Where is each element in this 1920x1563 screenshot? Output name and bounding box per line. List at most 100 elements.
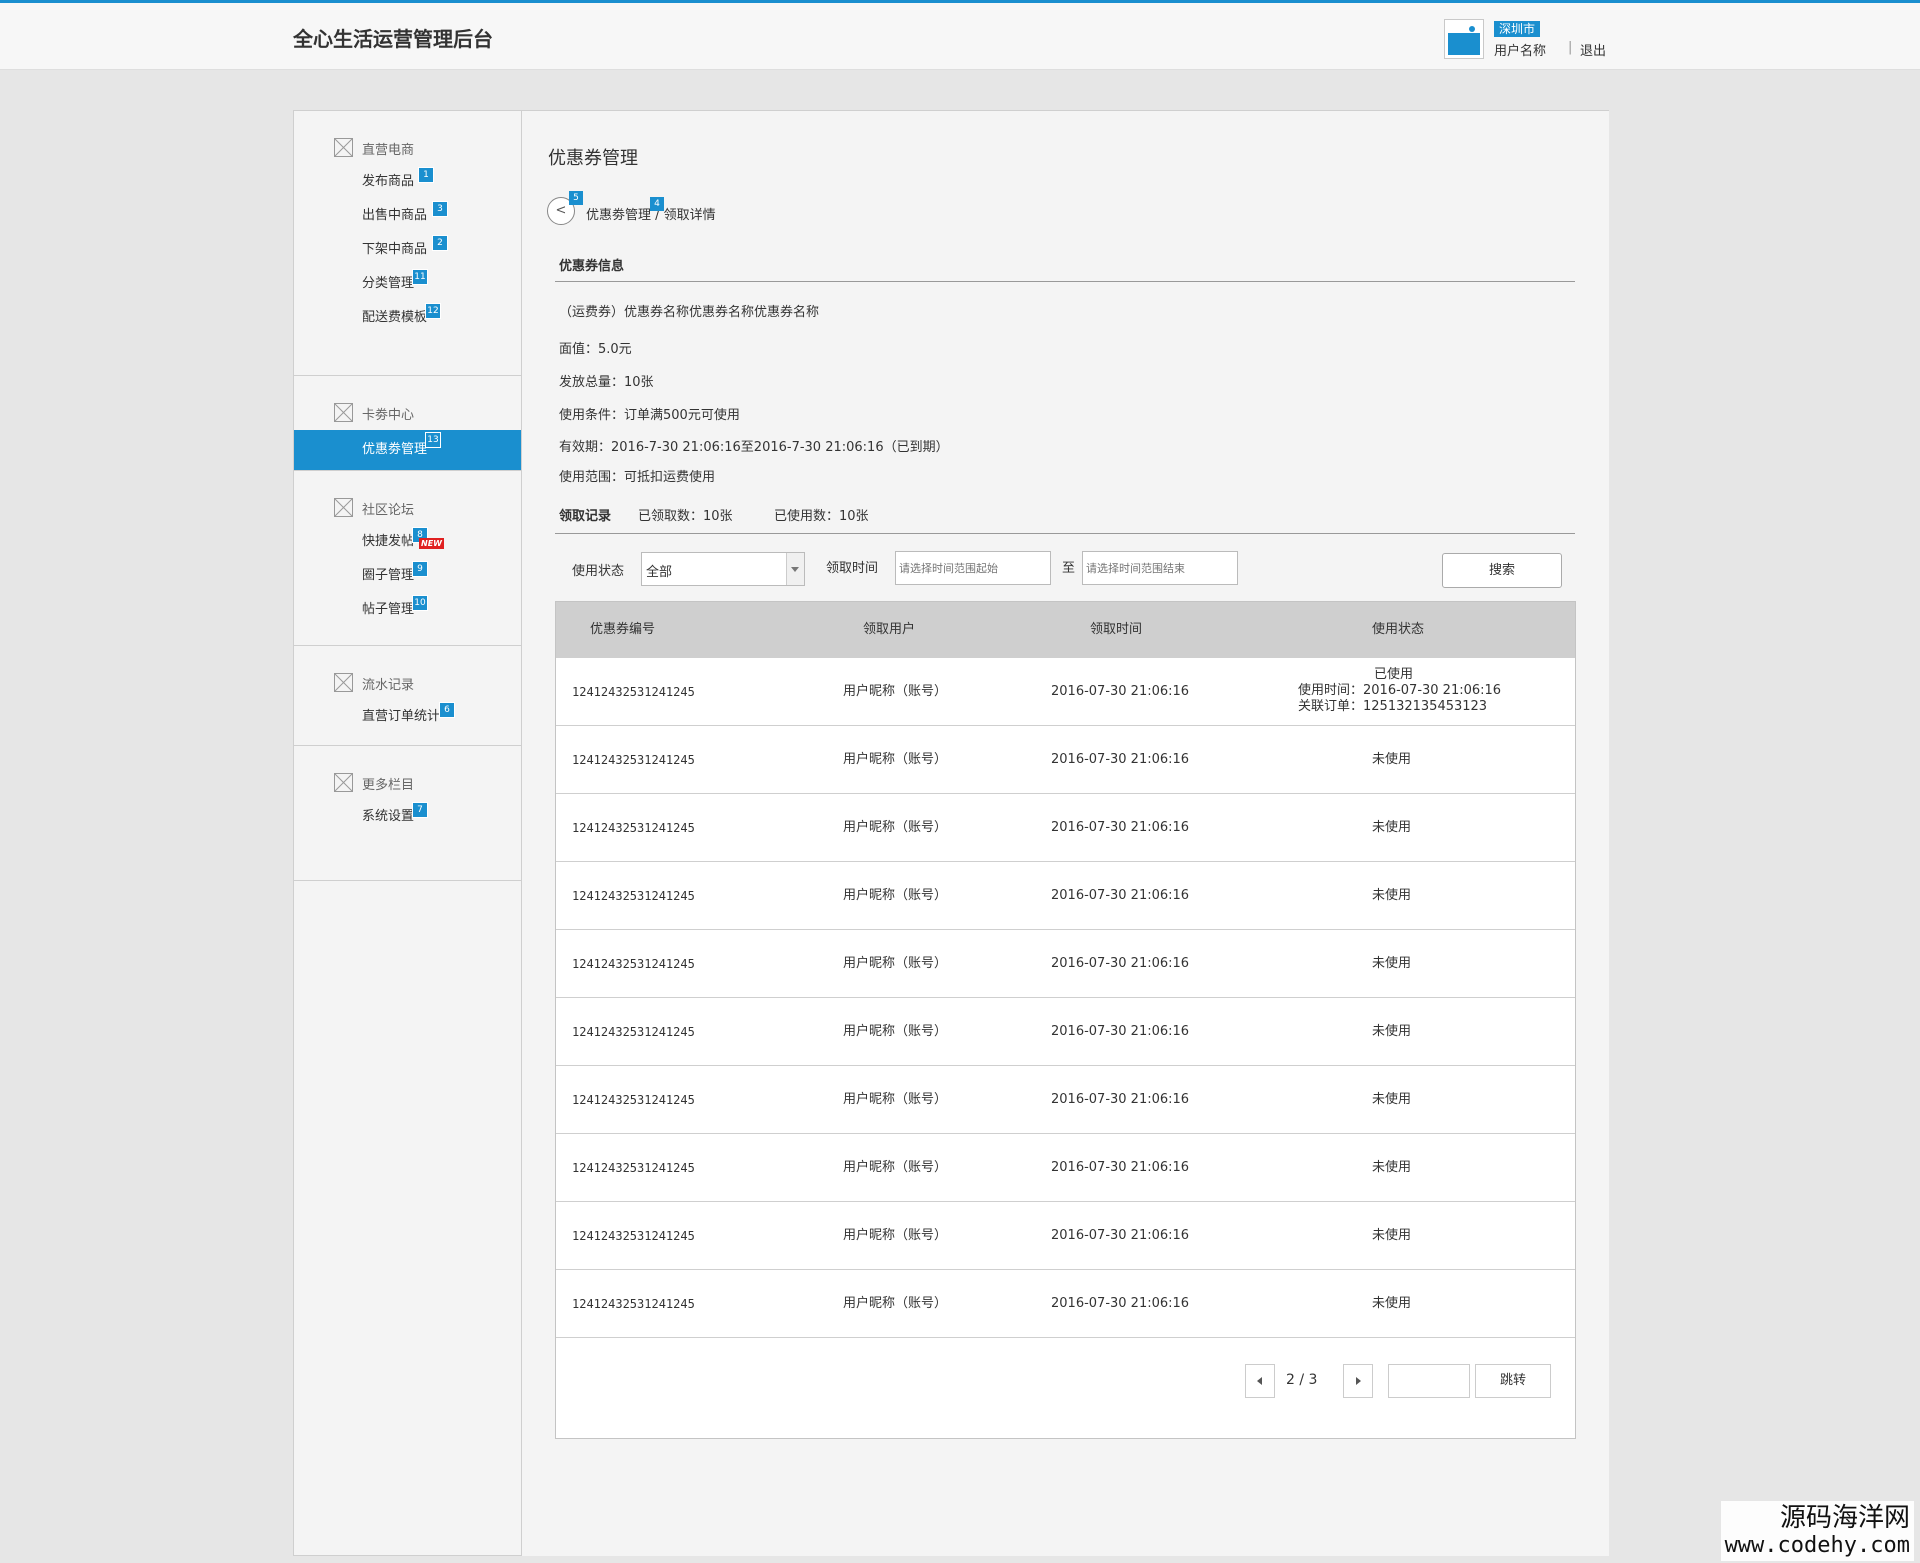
cell-time: 2016-07-30 21:06:16 <box>1051 820 1190 835</box>
sidebar-item[interactable]: 系统设置 7 <box>294 800 521 834</box>
page-number-input[interactable] <box>1388 1364 1470 1398</box>
nav-group-title-label: 社区论坛 <box>362 502 415 518</box>
header: 全心生活运营管理后台 深圳市 用户名称 | 退出 <box>0 3 1920 70</box>
username: 用户名称 <box>1494 44 1547 59</box>
cell-status: 未使用 <box>1372 888 1412 903</box>
nav-group-title[interactable]: 直营电商 <box>294 137 521 159</box>
search-button[interactable]: 搜索 <box>1442 553 1562 588</box>
cell-status: 未使用 <box>1372 1160 1412 1175</box>
sidebar-item[interactable]: 下架中商品 2 <box>294 233 521 267</box>
page-info: 2 / 3 <box>1286 1372 1318 1388</box>
cell-code: 12412432531241245 <box>572 753 695 767</box>
app-title: 全心生活运营管理后台 <box>293 27 493 51</box>
table-row: 12412432531241245 用户昵称（账号） 2016-07-30 21:0… <box>556 657 1575 725</box>
records-table: 优惠券编号 领取用户 领取时间 使用状态 12412432531241245 用户… <box>555 601 1576 1439</box>
cell-code: 12412432531241245 <box>572 685 695 699</box>
sidebar-item[interactable]: 直营订单统计 6 <box>294 700 521 734</box>
start-time-input[interactable] <box>895 551 1051 585</box>
sidebar-item-label: 下架中商品 <box>362 242 428 257</box>
image-placeholder-icon <box>334 498 353 517</box>
nav-group-title[interactable]: 社区论坛 <box>294 497 521 519</box>
status-select[interactable]: 全部 <box>641 552 805 586</box>
info-section-title: 优惠券信息 <box>559 259 625 274</box>
pagination: 2 / 3 跳转 <box>556 1337 1575 1433</box>
image-placeholder-icon <box>334 138 353 157</box>
image-placeholder-icon <box>1448 23 1480 55</box>
logout-link[interactable]: 退出 <box>1580 40 1606 59</box>
end-time-input[interactable] <box>1082 551 1238 585</box>
cell-user: 用户昵称（账号） <box>843 956 948 971</box>
nav-group-title[interactable]: 流水记录 <box>294 672 521 694</box>
cell-user: 用户昵称（账号） <box>843 752 948 767</box>
cell-status: 已使用 <box>1374 667 1414 682</box>
nav-group-title[interactable]: 更多栏目 <box>294 772 521 794</box>
table-row: 12412432531241245 用户昵称（账号） 2016-07-30 21:0… <box>556 1065 1575 1133</box>
page-title: 优惠券管理 <box>548 148 638 169</box>
sidebar-item-number-badge: 2 <box>432 235 448 251</box>
cell-user: 用户昵称（账号） <box>843 1160 948 1175</box>
cell-code: 12412432531241245 <box>572 1229 695 1243</box>
cell-used-time: 使用时间：2016-07-30 21:06:16 <box>1298 683 1502 698</box>
sidebar-item-label: 配送费模板 <box>362 310 428 325</box>
table-row: 12412432531241245 用户昵称（账号） 2016-07-30 21:0… <box>556 997 1575 1065</box>
prev-page-button[interactable] <box>1245 1364 1275 1398</box>
cell-status: 未使用 <box>1372 1024 1412 1039</box>
records-section-title: 领取记录 <box>559 509 612 524</box>
next-page-button[interactable] <box>1343 1364 1373 1398</box>
image-placeholder-icon <box>334 773 353 792</box>
nav-group-title-label: 流水记录 <box>362 677 415 693</box>
city-badge[interactable]: 深圳市 <box>1494 21 1541 37</box>
table-row: 12412432531241245 用户昵称（账号） 2016-07-30 21:0… <box>556 725 1575 793</box>
table-row: 12412432531241245 用户昵称（账号） 2016-07-30 21:0… <box>556 929 1575 997</box>
nav-group-title-label: 直营电商 <box>362 142 415 158</box>
cell-status: 未使用 <box>1372 820 1412 835</box>
table-header: 优惠券编号 领取用户 领取时间 使用状态 <box>556 602 1575 657</box>
sidebar-item-number-badge: 12 <box>425 303 441 319</box>
avatar[interactable] <box>1444 19 1484 59</box>
sidebar-item[interactable]: 帖子管理 10 <box>294 593 521 627</box>
sidebar-item-label: 分类管理 <box>362 276 415 291</box>
coupon-face-value: 面值：5.0元 <box>559 342 632 357</box>
sidebar-item[interactable]: 发布商品 1 <box>294 165 521 199</box>
breadcrumb-number-badge: 4 <box>650 197 664 211</box>
table-row: 12412432531241245 用户昵称（账号） 2016-07-30 21:0… <box>556 793 1575 861</box>
back-number-badge: 5 <box>569 191 583 205</box>
info-divider <box>555 281 1575 282</box>
sidebar-item[interactable]: 优惠劵管理 13 <box>294 430 521 470</box>
cell-time: 2016-07-30 21:06:16 <box>1051 1228 1190 1243</box>
cell-status: 未使用 <box>1372 1228 1412 1243</box>
status-select-value: 全部 <box>646 565 673 580</box>
nav-group-4: 更多栏目系统设置 7 <box>294 746 521 881</box>
sidebar-item[interactable]: 分类管理 11 <box>294 267 521 301</box>
nav-group-0: 直营电商 发布商品 1 出售中商品 3 下架中商品 2 分类管理 11 配送费模板 12 <box>294 111 521 376</box>
cell-status: 未使用 <box>1372 956 1412 971</box>
sidebar-item[interactable]: 出售中商品 3 <box>294 199 521 233</box>
cell-code: 12412432531241245 <box>572 957 695 971</box>
records-divider <box>555 533 1575 534</box>
sidebar-item[interactable]: 配送费模板 12 <box>294 301 521 335</box>
table-row: 12412432531241245 用户昵称（账号） 2016-07-30 21:0… <box>556 1269 1575 1337</box>
sidebar-item-number-badge: 11 <box>412 269 428 285</box>
sidebar-item-label: 圈子管理 <box>362 568 415 583</box>
jump-button[interactable]: 跳转 <box>1475 1364 1551 1398</box>
status-filter-label: 使用状态 <box>572 564 625 579</box>
cell-status: 未使用 <box>1372 1092 1412 1107</box>
coupon-scope: 使用范围：可抵扣运费使用 <box>559 470 716 485</box>
cell-status: 未使用 <box>1372 1296 1412 1311</box>
table-row: 12412432531241245 用户昵称（账号） 2016-07-30 21:0… <box>556 1201 1575 1269</box>
sidebar-item[interactable]: 快捷发帖 8 NEW <box>294 525 521 559</box>
cell-code: 12412432531241245 <box>572 1025 695 1039</box>
cell-code: 12412432531241245 <box>572 1161 695 1175</box>
header-status: 使用状态 <box>1372 622 1425 637</box>
breadcrumb-parent-link[interactable]: 优惠劵管理 <box>586 208 651 223</box>
sidebar-item-label: 帖子管理 <box>362 602 415 617</box>
watermark-line-2: www.codehy.com <box>1724 1533 1910 1558</box>
sidebar: 直营电商 发布商品 1 出售中商品 3 下架中商品 2 分类管理 11 配送费模板 12 卡劵中心 优惠… <box>293 110 522 1556</box>
nav-group-title-label: 卡劵中心 <box>362 407 415 423</box>
sidebar-item[interactable]: 圈子管理 9 <box>294 559 521 593</box>
cell-user: 用户昵称（账号） <box>843 1228 948 1243</box>
sidebar-item-label: 发布商品 <box>362 174 415 189</box>
nav-group-title[interactable]: 卡劵中心 <box>294 402 521 424</box>
watermark: 源码海洋网 www.codehy.com <box>1720 1501 1914 1561</box>
range-to-label: 至 <box>1062 561 1076 576</box>
